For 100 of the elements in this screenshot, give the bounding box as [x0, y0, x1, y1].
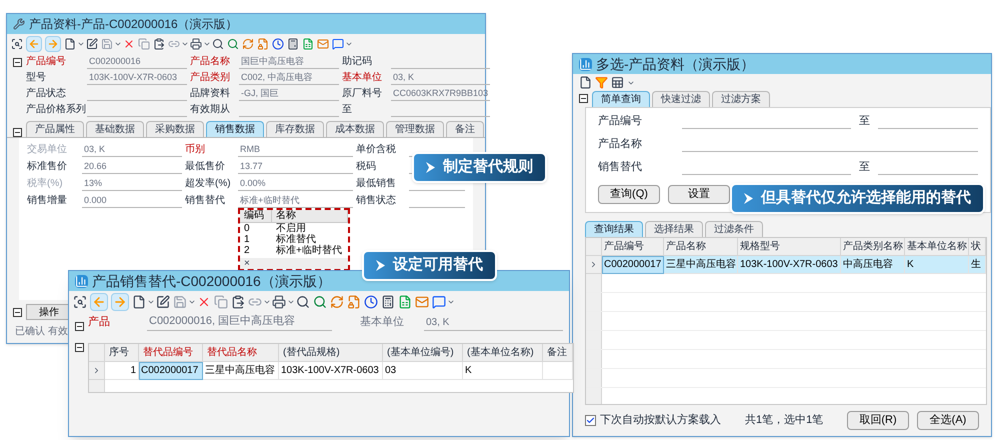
tab[interactable]: 过滤方案	[712, 91, 770, 107]
document-icon[interactable]	[64, 38, 76, 50]
app-icon	[579, 58, 592, 70]
input-field[interactable]: 103K-100V-X7R-0603	[87, 70, 187, 85]
field-label: 最低售价	[185, 160, 226, 174]
mail-icon[interactable]	[317, 38, 329, 50]
field-label: 标准售价	[27, 160, 68, 174]
find-next-icon[interactable]	[313, 295, 327, 309]
tab[interactable]: 查询结果	[585, 221, 643, 237]
input-field[interactable]: C002000016, 国巨中高压电容	[147, 313, 332, 330]
caret-icon[interactable]	[114, 40, 122, 48]
tab[interactable]: 成本数据	[326, 121, 384, 137]
close-button[interactable]: ×	[244, 258, 250, 268]
callout-text: 设定可用替代	[393, 255, 483, 276]
collapse-icon[interactable]	[75, 322, 84, 330]
tab[interactable]: 库存数据	[266, 121, 324, 137]
input-field[interactable]: 03, K	[391, 70, 490, 85]
tab[interactable]: 选择结果	[645, 221, 703, 237]
edit-icon[interactable]	[156, 295, 170, 309]
collapse-icon[interactable]	[579, 94, 588, 103]
caret-icon[interactable]	[147, 298, 155, 306]
input-field[interactable]: 13.77	[238, 159, 353, 174]
field-label: 最低销售	[356, 177, 397, 191]
input-field[interactable]: 0.000	[82, 193, 182, 208]
dropdown-option[interactable]: 0 不启用	[240, 223, 348, 234]
find-icon[interactable]	[296, 295, 310, 309]
dropdown-option[interactable]: 2 标准+临时替代	[240, 245, 348, 256]
calculator-icon[interactable]	[381, 295, 395, 309]
caret-icon[interactable]	[77, 40, 85, 48]
tab[interactable]: 销售数据	[206, 121, 264, 137]
caret-icon[interactable]	[188, 298, 196, 306]
input-field[interactable]: RMB	[238, 142, 353, 157]
chat-icon[interactable]	[432, 295, 446, 309]
tab[interactable]: 过滤条件	[705, 221, 763, 237]
find-next-icon[interactable]	[227, 38, 239, 50]
input-field[interactable]: -GJ, 国巨	[239, 86, 339, 101]
query-button[interactable]: 查询(Q)	[598, 185, 660, 204]
print-icon[interactable]	[272, 295, 286, 309]
delete-icon[interactable]	[197, 295, 211, 309]
clock-icon[interactable]	[364, 295, 378, 309]
tab[interactable]: 采购数据	[146, 121, 204, 137]
tab[interactable]: 备注	[446, 121, 484, 137]
column-header: (替代品规格)	[279, 344, 383, 362]
collapse-icon[interactable]	[13, 58, 22, 67]
caret-icon[interactable]	[447, 298, 455, 306]
action-button[interactable]: 全选(A)	[917, 411, 979, 430]
tab[interactable]: 简单查询	[592, 91, 650, 107]
refresh-icon[interactable]	[242, 38, 254, 50]
caret-icon[interactable]	[345, 40, 353, 48]
chat-icon[interactable]	[332, 38, 344, 50]
zoom-search-icon[interactable]	[11, 38, 23, 50]
edit-icon[interactable]	[86, 38, 98, 50]
clock-icon[interactable]	[272, 38, 284, 50]
tab[interactable]: 基础数据	[86, 121, 144, 137]
input-field[interactable]: 20.66	[82, 159, 182, 174]
refresh-icon[interactable]	[330, 295, 344, 309]
check-icon	[586, 416, 595, 425]
input-field[interactable]: 0.00%	[238, 176, 353, 191]
caret-icon[interactable]	[203, 40, 211, 48]
caret-icon[interactable]	[287, 298, 295, 306]
print-icon[interactable]	[190, 38, 202, 50]
input-field[interactable]: C002, 中高压电容	[239, 70, 339, 85]
tab[interactable]: 管理数据	[386, 121, 444, 137]
caret-icon[interactable]	[263, 298, 271, 306]
document-icon[interactable]	[579, 76, 592, 89]
calculator-icon[interactable]	[287, 38, 299, 50]
dropdown-option[interactable]: 1 标准替代	[240, 234, 348, 245]
input-field[interactable]: 03, K	[82, 142, 182, 157]
collapse-icon[interactable]	[13, 128, 22, 137]
field-label: 基本单位	[342, 70, 383, 85]
collapse-icon[interactable]	[75, 342, 84, 352]
table-cell: 103K-100V-X7R-0603	[279, 362, 383, 380]
zoom-search-icon[interactable]	[73, 295, 87, 309]
delete-icon[interactable]	[123, 38, 135, 50]
field-label: 助记码	[342, 54, 373, 69]
input-field[interactable]: 03, K	[424, 314, 563, 330]
input-field[interactable]: 13%	[82, 176, 182, 191]
query-button[interactable]: 设置	[668, 185, 730, 204]
field-label: 税码	[356, 160, 377, 174]
auto-load-checkbox[interactable]	[585, 415, 596, 426]
spreadsheet-icon[interactable]	[611, 76, 624, 89]
document-icon[interactable]	[132, 295, 146, 309]
input-field[interactable]: C002000016	[87, 54, 187, 69]
tab[interactable]: 产品属性	[26, 121, 84, 137]
mail-icon[interactable]	[415, 295, 429, 309]
paste-icon[interactable]	[153, 38, 165, 50]
find-icon[interactable]	[212, 38, 224, 50]
tab[interactable]: 快速过滤	[652, 91, 710, 107]
field-label: 至	[342, 103, 353, 117]
lock-icon[interactable]	[347, 295, 361, 309]
field-label: 产品名称	[190, 54, 231, 69]
lock-icon[interactable]	[257, 38, 269, 50]
arrow-icon	[744, 193, 753, 204]
field-label: 原厂料号	[342, 86, 383, 101]
caret-icon[interactable]	[181, 40, 189, 48]
input-field[interactable]: 国巨中高压电容	[239, 54, 339, 69]
action-button[interactable]: 取回(R)	[847, 411, 909, 430]
paste-icon[interactable]	[231, 295, 245, 309]
collapse-icon[interactable]	[13, 308, 22, 316]
current-row-icon	[589, 260, 598, 269]
